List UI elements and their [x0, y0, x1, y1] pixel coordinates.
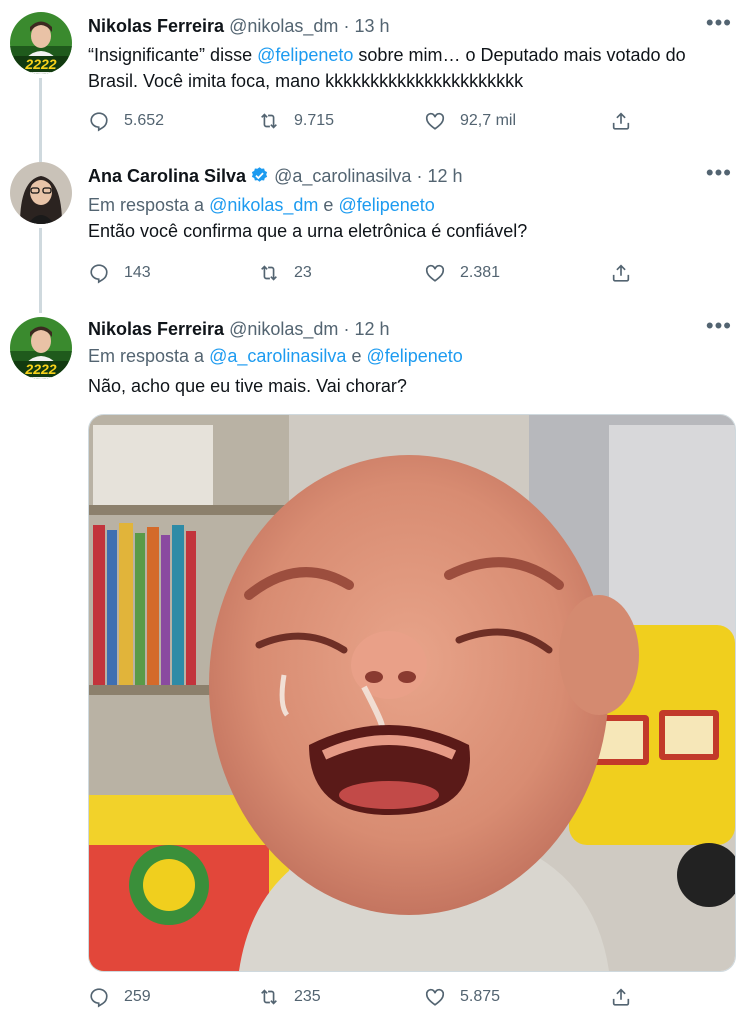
reply-button[interactable]: 5.652 — [88, 110, 164, 132]
share-icon — [612, 112, 630, 130]
reply-mention-1[interactable]: @a_carolinasilva — [209, 346, 346, 366]
like-count: 5.875 — [460, 988, 501, 1005]
more-icon[interactable]: ••• — [706, 313, 732, 339]
like-button[interactable]: 5.875 — [424, 986, 500, 1008]
reply-count: 259 — [124, 988, 151, 1005]
like-count: 92,7 mil — [460, 112, 517, 129]
avatar-nikolas[interactable]: 2222 — [10, 317, 72, 379]
tweet-actions: 259 235 5.875 — [88, 986, 648, 1010]
like-button[interactable]: 92,7 mil — [424, 110, 516, 132]
thread-line-top — [39, 305, 42, 313]
reply-button[interactable]: 259 — [88, 986, 151, 1008]
tweet-text: “Insignificante” disse @felipeneto sobre… — [88, 42, 738, 94]
separator-dot: · — [416, 166, 423, 186]
tweet-text-part1: “Insignificante” disse — [88, 45, 258, 65]
retweet-button[interactable]: 23 — [258, 262, 312, 284]
share-button[interactable] — [610, 110, 646, 132]
tweet-header: Nikolas Ferreira @nikolas_dm · 12 h — [88, 319, 390, 340]
separator-dot: · — [343, 16, 350, 36]
reply-icon — [90, 988, 108, 1008]
reply-prefix: Em resposta a — [88, 195, 205, 215]
timestamp[interactable]: 13 h — [354, 16, 389, 36]
tweet-text: Não, acho que eu tive mais. Vai chorar? — [88, 376, 407, 396]
more-icon[interactable]: ••• — [706, 10, 732, 36]
share-button[interactable] — [610, 986, 646, 1008]
reply-icon — [90, 264, 108, 284]
tweet-header: Nikolas Ferreira @nikolas_dm · 13 h — [88, 16, 390, 37]
retweet-icon — [261, 113, 277, 129]
like-icon — [425, 112, 445, 130]
like-icon — [425, 988, 445, 1006]
author-name[interactable]: Nikolas Ferreira — [88, 16, 224, 36]
reply-button[interactable]: 143 — [88, 262, 151, 284]
retweet-button[interactable]: 9.715 — [258, 110, 334, 132]
more-icon[interactable]: ••• — [706, 160, 732, 186]
share-button[interactable] — [610, 262, 646, 284]
retweet-count: 235 — [294, 988, 321, 1005]
reply-count: 5.652 — [124, 112, 165, 129]
thread-line-top — [39, 150, 42, 160]
timestamp[interactable]: 12 h — [427, 166, 462, 186]
timestamp[interactable]: 12 h — [354, 319, 389, 339]
mention-link[interactable]: @felipeneto — [257, 45, 353, 65]
tweet-header: Ana Carolina Silva @a_carolinasilva · 12… — [88, 166, 463, 187]
avatar-badge-text: 2222 — [24, 361, 56, 377]
like-count: 2.381 — [460, 264, 501, 281]
share-icon — [612, 988, 630, 1006]
retweet-count: 23 — [294, 264, 312, 281]
reply-prefix: Em resposta a — [88, 346, 205, 366]
thread-line — [39, 228, 42, 305]
retweet-button[interactable]: 235 — [258, 986, 321, 1008]
tweet-media-image[interactable] — [88, 414, 736, 972]
reply-count: 143 — [124, 264, 151, 281]
avatar-nikolas[interactable]: 2222 — [10, 12, 72, 74]
author-handle[interactable]: @a_carolinasilva — [274, 166, 411, 186]
reply-joiner: e — [323, 195, 334, 215]
separator-dot: · — [343, 319, 350, 339]
author-handle[interactable]: @nikolas_dm — [229, 16, 338, 36]
reply-mention-2[interactable]: @felipeneto — [338, 195, 434, 215]
author-name[interactable]: Nikolas Ferreira — [88, 319, 224, 339]
share-icon — [612, 264, 630, 282]
reply-mention-1[interactable]: @nikolas_dm — [209, 195, 318, 215]
avatar-badge-text: 2222 — [24, 56, 56, 72]
avatar-ana[interactable] — [10, 162, 72, 224]
tweet-actions: 143 23 2.381 — [88, 262, 648, 286]
verified-icon — [251, 167, 268, 182]
reply-mention-2[interactable]: @felipeneto — [366, 346, 462, 366]
reply-joiner: e — [351, 346, 362, 366]
tweet-actions: 5.652 9.715 92,7 mil — [88, 110, 648, 134]
author-name[interactable]: Ana Carolina Silva — [88, 166, 246, 186]
replying-to: Em resposta a @a_carolinasilva e @felipe… — [88, 346, 463, 367]
retweet-icon — [261, 989, 277, 1005]
like-icon — [425, 264, 445, 282]
retweet-icon — [261, 265, 277, 281]
tweet-2[interactable]: Ana Carolina Silva @a_carolinasilva · 12… — [0, 150, 752, 305]
tweet-1[interactable]: 2222 Nikolas Ferreira @nikolas_dm · 13 h… — [0, 0, 752, 162]
replying-to: Em resposta a @nikolas_dm e @felipeneto — [88, 195, 435, 216]
author-handle[interactable]: @nikolas_dm — [229, 319, 338, 339]
tweet-text: Então você confirma que a urna eletrônic… — [88, 221, 528, 241]
reply-icon — [90, 112, 108, 132]
like-button[interactable]: 2.381 — [424, 262, 500, 284]
retweet-count: 9.715 — [294, 112, 335, 129]
